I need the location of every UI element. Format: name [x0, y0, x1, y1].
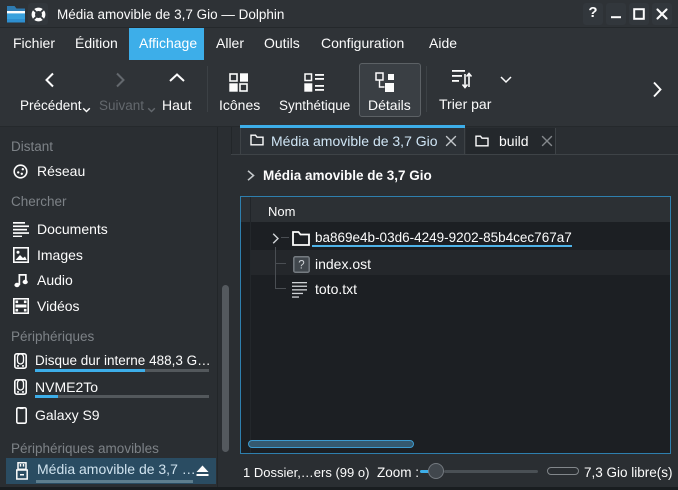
svg-text:?: ?	[298, 260, 304, 272]
